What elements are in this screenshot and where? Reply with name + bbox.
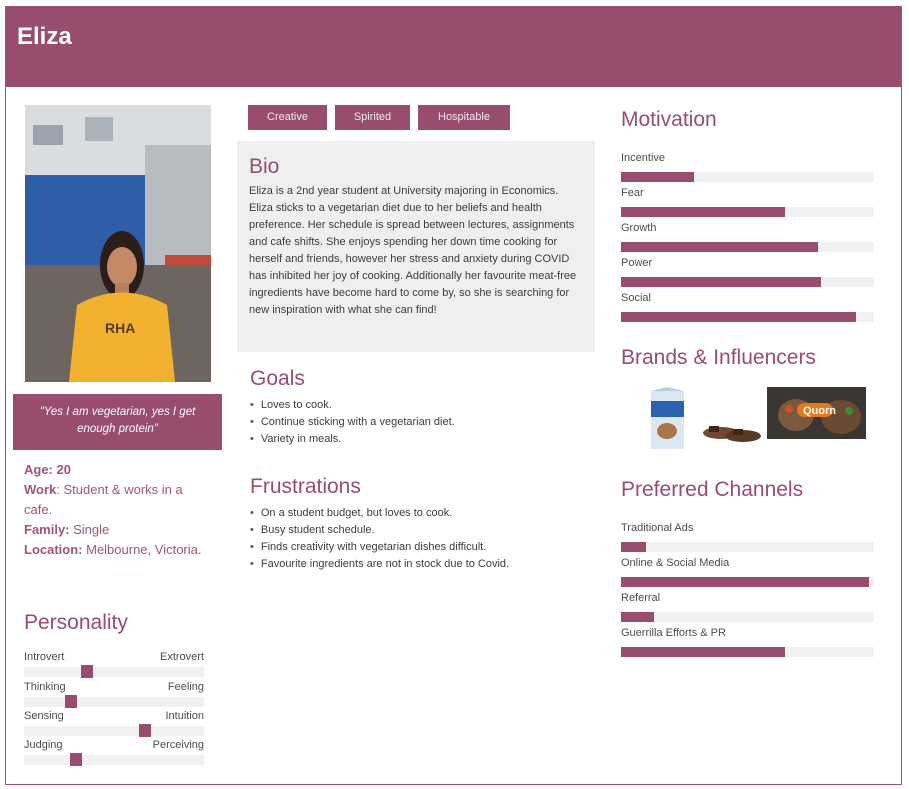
list-item: Favourite ingredients are not in stock d…: [250, 556, 509, 573]
bar-fill: [621, 647, 786, 657]
channel-guerrilla: Guerrilla Efforts & PR: [621, 626, 874, 661]
trait-track: [24, 724, 204, 737]
sandals-icon: [703, 426, 761, 442]
bar-fill: [621, 542, 647, 552]
header-bar: Eliza: [6, 7, 901, 87]
family-fact: Family: Single: [24, 522, 110, 537]
trait-track: [24, 753, 204, 766]
motivation-growth: Growth: [621, 221, 874, 256]
channel-referral: Referral: [621, 591, 874, 626]
list-item: Continue sticking with a vegetarian diet…: [250, 414, 455, 431]
bar-fill: [621, 312, 857, 322]
goals-title: Goals: [250, 367, 305, 390]
motivation-incentive: Incentive: [621, 151, 874, 186]
bar-fill: [621, 612, 654, 622]
brands-title: Brands & Influencers: [621, 346, 816, 369]
brand-logos: Quorn: [621, 387, 874, 452]
trait-marker: [64, 695, 77, 708]
list-item: Variety in meals.: [250, 431, 455, 448]
trait-track: [24, 695, 204, 708]
motivation-bars: Incentive Fear Growth Power Social: [621, 151, 874, 326]
bar-fill: [621, 172, 695, 182]
bar-fill: [621, 242, 819, 252]
trait-judging-perceiving: Judging Perceiving: [24, 739, 204, 766]
persona-photo-illustration: RHA: [25, 105, 211, 382]
frustrations-list: On a student budget, but loves to cook. …: [250, 505, 509, 573]
list-item: Finds creativity with vegetarian dishes …: [250, 539, 509, 556]
location-fact: Location: Melbourne, Victoria.: [24, 542, 202, 557]
list-item: Loves to cook.: [250, 397, 455, 414]
personality-title: Personality: [24, 611, 128, 634]
trait-marker: [81, 665, 93, 678]
trait-marker: [138, 724, 151, 737]
tag-spirited: Spirited: [335, 105, 410, 130]
trait-thinking-feeling: Thinking Feeling: [24, 681, 204, 708]
list-item: On a student budget, but loves to cook.: [250, 505, 509, 522]
motivation-social: Social: [621, 291, 874, 326]
persona-photo: RHA: [25, 105, 211, 382]
channels-title: Preferred Channels: [621, 478, 804, 501]
quorn-logo-text: Quorn: [803, 405, 836, 417]
trait-sensing-intuition: Sensing Intuition: [24, 710, 204, 737]
bio-text: Eliza is a 2nd year student at Universit…: [249, 185, 577, 316]
svg-text:RHA: RHA: [105, 320, 135, 336]
age-fact: Age: 20: [24, 462, 71, 477]
brand-images: Quorn: [651, 387, 866, 449]
bar-fill: [621, 577, 869, 587]
channel-traditional-ads: Traditional Ads: [621, 521, 874, 556]
persona-name: Eliza: [17, 23, 72, 50]
persona-quote: "Yes I am vegetarian, yes I get enough p…: [13, 394, 222, 450]
motivation-fear: Fear: [621, 186, 874, 221]
frustrations-title: Frustrations: [250, 475, 361, 498]
goals-list: Loves to cook. Continue sticking with a …: [250, 397, 455, 448]
almond-milk-carton-icon: [651, 387, 684, 449]
motivation-title: Motivation: [621, 108, 717, 131]
bar-fill: [621, 277, 821, 287]
channel-online-social: Online & Social Media: [621, 556, 874, 591]
trait-introvert-extrovert: Introvert Extrovert: [24, 651, 204, 678]
trait-tags: Creative Spirited Hospitable: [248, 105, 510, 130]
motivation-power: Power: [621, 256, 874, 291]
list-item: Busy student schedule.: [250, 522, 509, 539]
quorn-dish-icon: Quorn: [767, 387, 866, 439]
trait-track: [24, 665, 204, 678]
bio-panel: Bio Eliza is a 2nd year student at Unive…: [237, 141, 595, 352]
channel-bars: Traditional Ads Online & Social Media Re…: [621, 521, 874, 661]
work-fact: Work: Student & works in a cafe.: [24, 482, 183, 517]
bar-fill: [621, 207, 786, 217]
bio-title: Bio: [249, 155, 280, 178]
trait-marker: [70, 753, 83, 766]
tag-creative: Creative: [248, 105, 327, 130]
persona-card: Eliza RHA "Yes I am vegetarian, yes I ge…: [5, 6, 902, 785]
tag-hospitable: Hospitable: [418, 105, 510, 130]
persona-facts: Age: 20 Work: Student & works in a cafe.…: [24, 460, 214, 560]
